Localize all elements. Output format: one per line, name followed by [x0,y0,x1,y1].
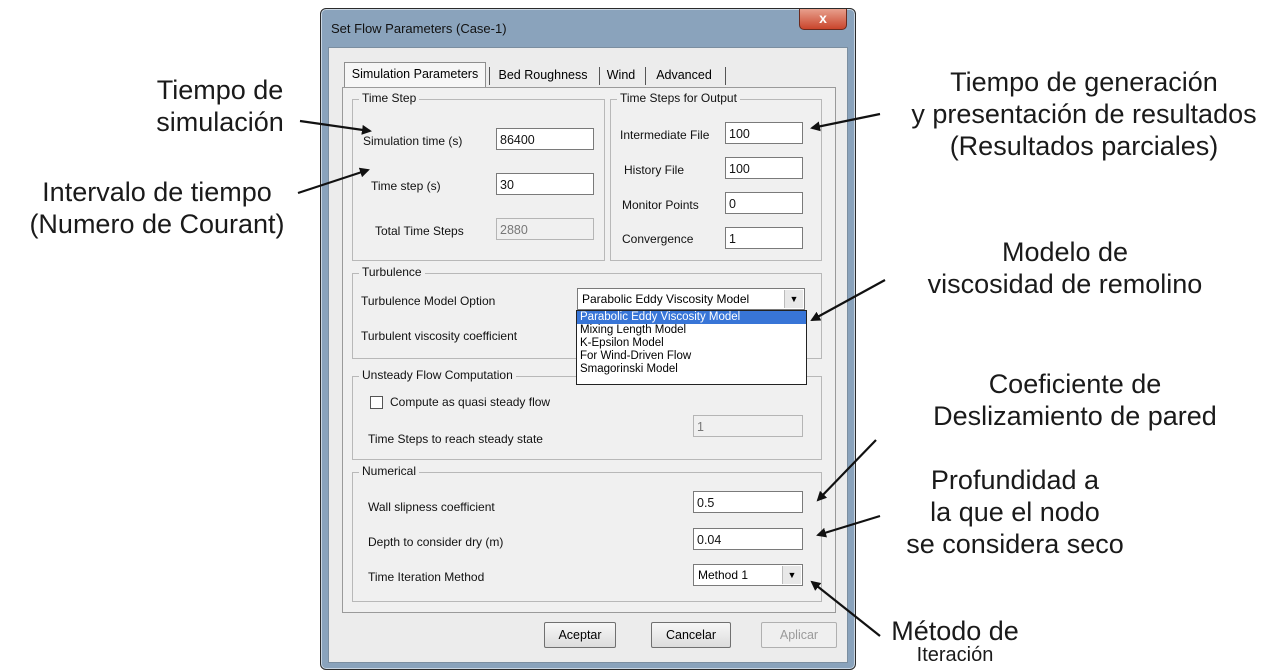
arrow-time-step [297,167,370,195]
arrow-iteration-method [810,580,881,637]
arrow-eddy-model [810,279,886,321]
annotation-arrows [297,112,886,637]
arrow-simulation-time [299,119,372,135]
arrow-output-time [810,112,881,132]
arrow-wall-slip [816,439,877,502]
arrow-dry-depth [816,514,881,538]
